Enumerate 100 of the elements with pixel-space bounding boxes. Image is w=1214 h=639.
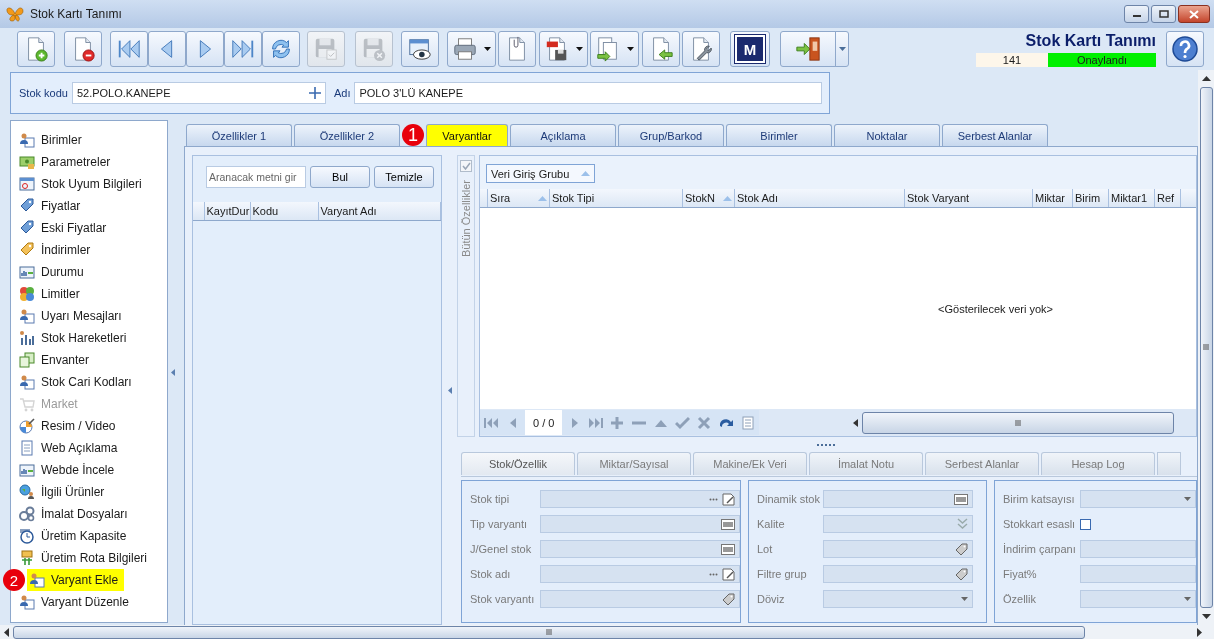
input-field[interactable] xyxy=(540,515,740,533)
new-button[interactable] xyxy=(17,31,55,67)
tag-icon[interactable] xyxy=(955,567,968,581)
vertical-scrollbar[interactable] xyxy=(1198,70,1214,625)
sidebar-item[interactable]: Stok Hareketleri xyxy=(17,327,133,349)
tab[interactable]: Hesap Log xyxy=(1041,452,1155,475)
first-icon[interactable] xyxy=(484,415,499,430)
minimize-button[interactable] xyxy=(1124,5,1149,23)
scroll-up-icon[interactable] xyxy=(1201,76,1211,81)
column-header[interactable]: Kodu xyxy=(250,202,319,220)
scrollbar-thumb[interactable] xyxy=(1199,87,1213,608)
first-button[interactable] xyxy=(110,31,148,67)
list-icon[interactable] xyxy=(741,415,756,430)
sidebar-item[interactable]: Resim / Video xyxy=(17,415,122,437)
tab[interactable]: Özellikler 2 xyxy=(294,124,400,146)
input-field[interactable] xyxy=(823,590,973,608)
sidebar-item[interactable]: İmalat Dosyaları xyxy=(17,503,134,525)
collapse-arrow-icon[interactable] xyxy=(171,369,175,376)
group-by-field[interactable]: Veri Giriş Grubu xyxy=(486,164,596,183)
add-icon[interactable] xyxy=(610,415,625,430)
double-chevron-icon[interactable] xyxy=(957,518,968,530)
column-header[interactable]: Stok Adı xyxy=(735,189,905,207)
tab[interactable]: Serbest Alanlar xyxy=(942,124,1048,146)
copy-button[interactable] xyxy=(590,31,639,67)
barcode-icon[interactable] xyxy=(721,543,735,555)
input-field[interactable] xyxy=(1080,540,1196,558)
tab[interactable]: Makine/Ek Veri xyxy=(693,452,807,475)
sidebar-item[interactable]: İndirimler xyxy=(17,239,97,261)
sidebar-item[interactable]: Envanter xyxy=(17,349,96,371)
import-button[interactable] xyxy=(642,31,680,67)
input-field[interactable] xyxy=(823,540,973,558)
tab[interactable]: Grup/Barkod xyxy=(618,124,724,146)
pdf-button[interactable] xyxy=(539,31,588,67)
tab[interactable]: Birimler xyxy=(726,124,832,146)
attach-button[interactable] xyxy=(498,31,536,67)
tab[interactable]: Miktar/Sayısal xyxy=(577,452,691,475)
input-field[interactable] xyxy=(823,515,973,533)
clear-button[interactable]: Temizle xyxy=(374,166,434,188)
input-field[interactable] xyxy=(823,565,973,583)
prev-button[interactable] xyxy=(148,31,186,67)
note-icon[interactable] xyxy=(722,492,735,506)
tab[interactable]: Stok/Özellik xyxy=(461,452,575,475)
input-field[interactable] xyxy=(540,590,740,608)
delete-button[interactable] xyxy=(64,31,102,67)
column-header[interactable]: StokN xyxy=(683,189,735,207)
exit-button[interactable] xyxy=(780,31,836,67)
column-header[interactable]: Miktar1 xyxy=(1109,189,1155,207)
caret-icon[interactable] xyxy=(1184,497,1191,501)
tab[interactable]: Serbest Alanlar xyxy=(925,452,1039,475)
sidebar-item[interactable]: İlgili Ürünler xyxy=(17,481,111,503)
sidebar-item[interactable]: Fiyatlar xyxy=(17,195,87,217)
column-header[interactable]: Stok Varyant xyxy=(905,189,1033,207)
close-button[interactable] xyxy=(1178,5,1210,23)
check-icon[interactable] xyxy=(675,415,691,430)
exit-menu-button[interactable] xyxy=(835,31,849,67)
caret-icon[interactable] xyxy=(961,597,968,601)
sidebar-item[interactable]: Durumu xyxy=(17,261,90,283)
input-field[interactable] xyxy=(540,565,740,583)
sidebar-item[interactable]: Eski Fiyatlar xyxy=(17,217,113,239)
input-field[interactable] xyxy=(540,490,740,508)
column-header[interactable]: Stok Tipi xyxy=(550,189,683,207)
sidebar-item[interactable]: Üretim Rota Bilgileri xyxy=(17,547,154,569)
ellipsis-icon[interactable] xyxy=(709,572,718,576)
sidebar-item[interactable]: Uyarı Mesajları xyxy=(17,305,128,327)
splitter-grip-icon[interactable] xyxy=(816,442,838,446)
sidebar-item[interactable]: Varyant Düzenle xyxy=(17,591,135,613)
scroll-left-icon[interactable] xyxy=(4,627,9,637)
ellipsis-icon[interactable] xyxy=(709,497,718,501)
refresh-button[interactable] xyxy=(262,31,300,67)
tab[interactable]: Varyantlar xyxy=(426,124,508,146)
input-field[interactable] xyxy=(1080,490,1196,508)
input-field[interactable] xyxy=(1080,590,1196,608)
sidebar-item[interactable]: Parametreler xyxy=(17,151,117,173)
last-button[interactable] xyxy=(224,31,262,67)
sidebar-item[interactable]: Birimler xyxy=(17,129,88,151)
column-header[interactable]: Miktar xyxy=(1033,189,1073,207)
cancel-icon[interactable] xyxy=(697,415,712,430)
sidebar-item[interactable]: Limitler xyxy=(17,283,86,305)
last-icon[interactable] xyxy=(588,415,604,430)
tab[interactable]: Noktalar xyxy=(834,124,940,146)
tab[interactable]: İmalat Notu xyxy=(809,452,923,475)
plus-icon[interactable] xyxy=(308,87,321,99)
input-field[interactable] xyxy=(540,540,740,558)
tools-button[interactable] xyxy=(682,31,720,67)
preview-button[interactable] xyxy=(401,31,439,67)
tab[interactable]: Özellikler 1 xyxy=(186,124,292,146)
find-button[interactable]: Bul xyxy=(310,166,370,188)
note-icon[interactable] xyxy=(722,567,735,581)
sidebar-item[interactable]: Stok Cari Kodları xyxy=(17,371,138,393)
help-button[interactable] xyxy=(1166,31,1204,67)
column-header[interactable]: Birim xyxy=(1073,189,1109,207)
sidebar-item[interactable]: Üretim Kapasite xyxy=(17,525,133,547)
barcode-icon[interactable] xyxy=(954,493,968,505)
search-field[interactable]: Aranacak metni gir xyxy=(206,166,306,188)
checkbox[interactable] xyxy=(460,160,472,172)
stock-code-field[interactable]: 52.POLO.KANEPE xyxy=(71,82,326,104)
column-header[interactable]: KayıtDur xyxy=(204,202,251,220)
column-header[interactable]: Varyant Adı xyxy=(318,202,441,220)
sidebar-item[interactable]: Stok Uyum Bilgileri xyxy=(17,173,148,195)
scroll-right-icon[interactable] xyxy=(1197,627,1202,637)
